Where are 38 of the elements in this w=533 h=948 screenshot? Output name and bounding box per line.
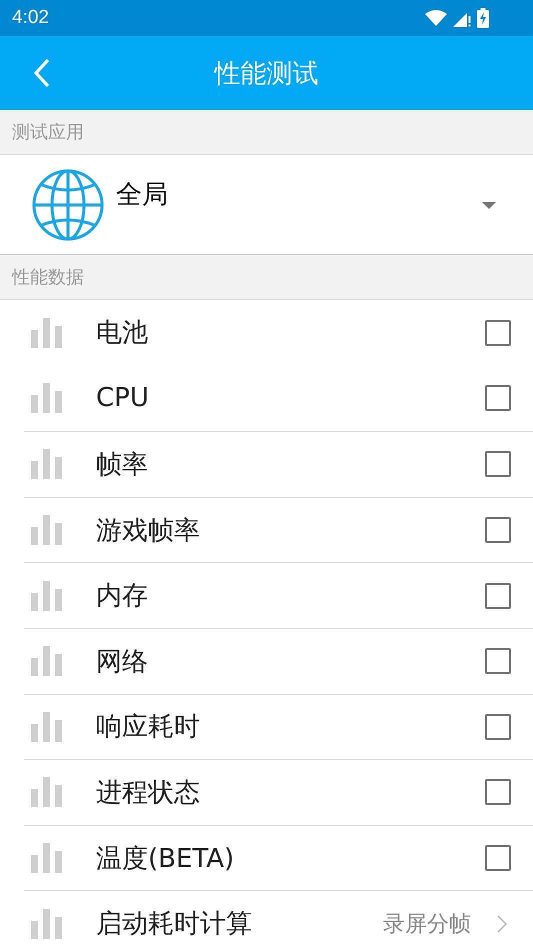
checkbox[interactable] (485, 714, 511, 740)
globe-icon (32, 168, 104, 240)
bar-chart-icon (31, 777, 63, 808)
checkbox[interactable] (485, 451, 511, 478)
app-picker[interactable]: 全局 (0, 155, 533, 255)
checkbox[interactable] (485, 845, 511, 872)
metric-label: 内存 (96, 580, 148, 614)
metric-label: 帧率 (96, 448, 148, 482)
checkbox[interactable] (485, 517, 511, 544)
metric-label: 启动耗时计算 (96, 908, 252, 942)
dropdown-caret-icon (482, 202, 496, 209)
metric-label: 电池 (96, 317, 148, 350)
link-text[interactable]: 录屏分帧 (383, 908, 471, 939)
chevron-icon (497, 914, 507, 933)
bar-chart-icon (31, 908, 63, 939)
metric-label: 响应耗时 (96, 711, 200, 744)
bar-chart-icon (31, 843, 63, 874)
checkbox[interactable] (485, 582, 511, 609)
bar-chart-icon (31, 646, 63, 676)
bar-chart-icon (31, 515, 63, 546)
checkbox[interactable] (485, 779, 511, 806)
screen-title: 性能测试 (212, 58, 320, 90)
clock-time: 4:02 (12, 7, 49, 29)
metric-label: 游戏帧率 (96, 514, 200, 548)
metric-label: 温度(BETA) (96, 842, 234, 876)
checkbox[interactable] (485, 648, 511, 674)
bar-chart-icon (31, 318, 63, 348)
metric-label: 进程状态 (96, 776, 200, 810)
bar-chart-icon (31, 383, 63, 414)
bar-chart-icon (31, 580, 63, 611)
bar-chart-icon (31, 712, 63, 742)
checkbox[interactable] (485, 385, 511, 412)
metric-label: 网络 (96, 646, 148, 679)
wifi-icon (425, 10, 447, 26)
battery-charging-icon (477, 8, 489, 28)
checkbox[interactable] (485, 320, 511, 346)
metric-label: CPU (96, 383, 149, 414)
bar-chart-icon (31, 449, 63, 480)
